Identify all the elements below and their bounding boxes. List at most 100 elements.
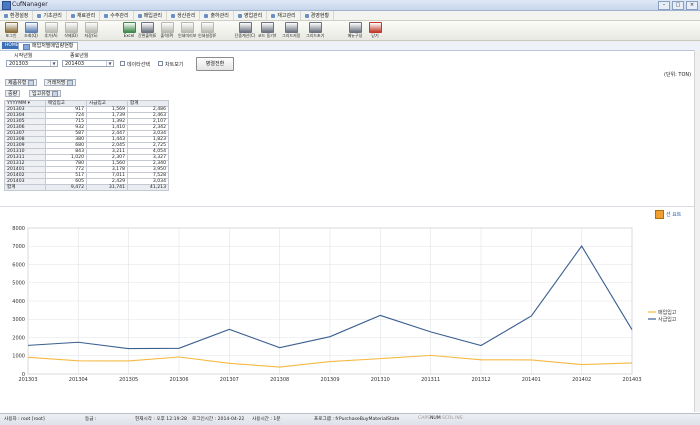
toolbar-button-label: 메뉴구성 — [347, 33, 363, 38]
status-ins: INS — [455, 416, 463, 421]
total-cell: 9,472 — [45, 184, 87, 191]
menu-item-3[interactable]: 수주관리 — [100, 11, 134, 20]
field-receipt-type[interactable]: 입고유형 — [29, 90, 62, 97]
unit-label: (단위: TON) — [664, 72, 692, 78]
menu-item-0[interactable]: 환경설정 — [0, 11, 34, 20]
title-bar: CufNanager – □ × — [0, 0, 700, 11]
toolbar-button-7[interactable]: 출력(P) — [158, 22, 176, 39]
x-tick-label: 201309 — [320, 377, 339, 383]
menu-item-label: 수주관리 — [110, 13, 129, 19]
toolbar: 포그인 조회(Q) 추가(A) 삭제(D) 저장(S) Excel간편출력(E) 출력(P)… — [0, 21, 700, 41]
menu-icon — [137, 13, 142, 18]
x-tick-label: 201310 — [371, 377, 390, 383]
legend-label: 사급입고 — [658, 316, 677, 323]
status-num: NUM — [430, 416, 441, 421]
tab-purchase-state[interactable]: 매입처별매입량현황 — [18, 42, 79, 50]
toolbar-button-8[interactable]: 인쇄미리보기 — [178, 22, 196, 39]
menu-icon — [237, 13, 242, 18]
menu-icon — [37, 13, 42, 18]
toolbar-button-label: 코드 동기화 — [258, 33, 276, 38]
menu-bar: 환경설정 기초관리 재료관리 수주관리 매입관리 생산관리 출하관리 영업관리 재고관리 경영현황 — [0, 11, 700, 21]
total-row: 합계 9,472 31,741 41,213 — [4, 184, 169, 191]
pivot-grid[interactable]: YYYYMM ▾ 매입입고 사급입고 합계 201303 917 1,569 2,48… — [4, 100, 169, 191]
toolbar-button-label: 그리드초기화 — [306, 33, 324, 38]
toolbar-button-9[interactable]: 인쇄설정(R) — [198, 22, 216, 39]
toolbar-button-label: 추가(A) — [44, 33, 58, 38]
minimize-button[interactable]: – — [658, 1, 670, 10]
status-program: 프로그램 : frPurchaseBuyMaterialState — [314, 417, 400, 422]
calculator-icon — [238, 22, 252, 33]
toolbar-button-12[interactable]: 그리드저장 — [282, 22, 300, 39]
toolbar-button-14[interactable]: 메뉴구성 — [344, 22, 366, 39]
maximize-button[interactable]: □ — [672, 1, 684, 10]
search-icon — [24, 22, 38, 33]
close-window-button[interactable]: × — [686, 1, 698, 10]
toolbar-button-13[interactable]: 그리드초기화 — [306, 22, 324, 39]
toolbar-button-label: 조회(Q) — [24, 33, 38, 38]
toolbar-button-0[interactable]: 포그인 — [2, 22, 20, 39]
data-select-label: 데이타선택 — [127, 62, 151, 68]
menu-item-8[interactable]: 재고관리 — [267, 11, 301, 20]
field-customer-name[interactable]: 거래처명 — [44, 79, 77, 86]
excel-icon — [122, 22, 136, 33]
menu-item-label: 환경설정 — [10, 13, 29, 19]
filter-icon[interactable] — [67, 79, 74, 86]
toolbar-button-4[interactable]: 저장(S) — [82, 22, 100, 39]
y-tick-label: 7000 — [12, 244, 25, 250]
x-tick-label: 201403 — [622, 377, 641, 383]
x-tick-label: 201312 — [471, 377, 490, 383]
x-tick-label: 201307 — [220, 377, 239, 383]
toggle-view-button[interactable]: 병렬전환 — [196, 57, 234, 71]
print-settings-icon — [200, 22, 214, 33]
menu-item-2[interactable]: 재료관리 — [67, 11, 101, 20]
data-select-checkbox[interactable] — [120, 61, 125, 66]
toolbar-button-6[interactable]: 간편출력(E) — [138, 22, 156, 39]
end-month-field[interactable]: 201403 ▼ — [62, 60, 114, 67]
chevron-down-icon[interactable]: ▼ — [106, 61, 113, 66]
toolbar-button-label: 인쇄미리보기 — [178, 33, 196, 38]
x-tick-label: 201401 — [522, 377, 541, 383]
field-customer-name-label: 거래처명 — [47, 79, 66, 86]
filter-icon[interactable] — [52, 90, 59, 97]
toolbar-button-2[interactable]: 추가(A) — [42, 22, 60, 39]
toolbar-button-label: 저장(S) — [84, 33, 98, 38]
menu-item-5[interactable]: 생산관리 — [167, 11, 201, 20]
menu-icon — [304, 13, 309, 18]
menu-icon — [271, 13, 276, 18]
preview-icon — [180, 22, 194, 33]
legend-label: 매입입고 — [658, 309, 677, 316]
toolbar-button-11[interactable]: 코드 동기화 — [258, 22, 276, 39]
chart-view-checkbox[interactable] — [158, 61, 163, 66]
chevron-down-icon[interactable]: ▼ — [50, 61, 57, 66]
menu-icon — [104, 13, 109, 18]
menu-item-7[interactable]: 영업관리 — [234, 11, 268, 20]
field-weight-label: 중량 — [8, 90, 18, 97]
field-weight[interactable]: 중량 — [5, 90, 21, 97]
menu-item-1[interactable]: 기초관리 — [33, 11, 67, 20]
toolbar-button-label: 출력(P) — [160, 33, 174, 38]
filter-icon[interactable] — [28, 79, 35, 86]
menu-item-label: 매입관리 — [143, 13, 163, 19]
menu-item-label: 경영현황 — [310, 13, 330, 19]
menu-icon — [204, 13, 209, 18]
x-tick-label: 201303 — [18, 377, 37, 383]
start-month-value: 201303 — [9, 61, 29, 67]
toolbar-button-5[interactable]: Excel — [118, 22, 140, 39]
toolbar-button-10[interactable]: 단중계산(C) — [234, 22, 256, 39]
window-controls: – □ × — [658, 1, 698, 10]
toolbar-button-label: 그리드저장 — [282, 33, 300, 38]
y-tick-label: 4000 — [12, 299, 25, 305]
vertical-scrollbar[interactable] — [694, 50, 700, 412]
toolbar-button-3[interactable]: 삭제(D) — [62, 22, 80, 39]
field-receipt-type-label: 입고유형 — [32, 90, 51, 97]
start-month-field[interactable]: 201303 ▼ — [6, 60, 58, 67]
menu-item-4[interactable]: 매입관리 — [134, 11, 168, 20]
menu-item-9[interactable]: 경영현황 — [301, 11, 335, 20]
line-chart: 010002000300040005000600070008000201303 2… — [12, 226, 677, 383]
grid-reset-icon — [308, 22, 322, 33]
menu-item-6[interactable]: 출하관리 — [200, 11, 234, 20]
field-product-type[interactable]: 제품유형 — [5, 79, 38, 86]
toolbar-button-1[interactable]: 조회(Q) — [22, 22, 40, 39]
toolbar-button-15[interactable]: 닫기 — [366, 22, 384, 39]
grid-save-icon — [284, 22, 298, 33]
